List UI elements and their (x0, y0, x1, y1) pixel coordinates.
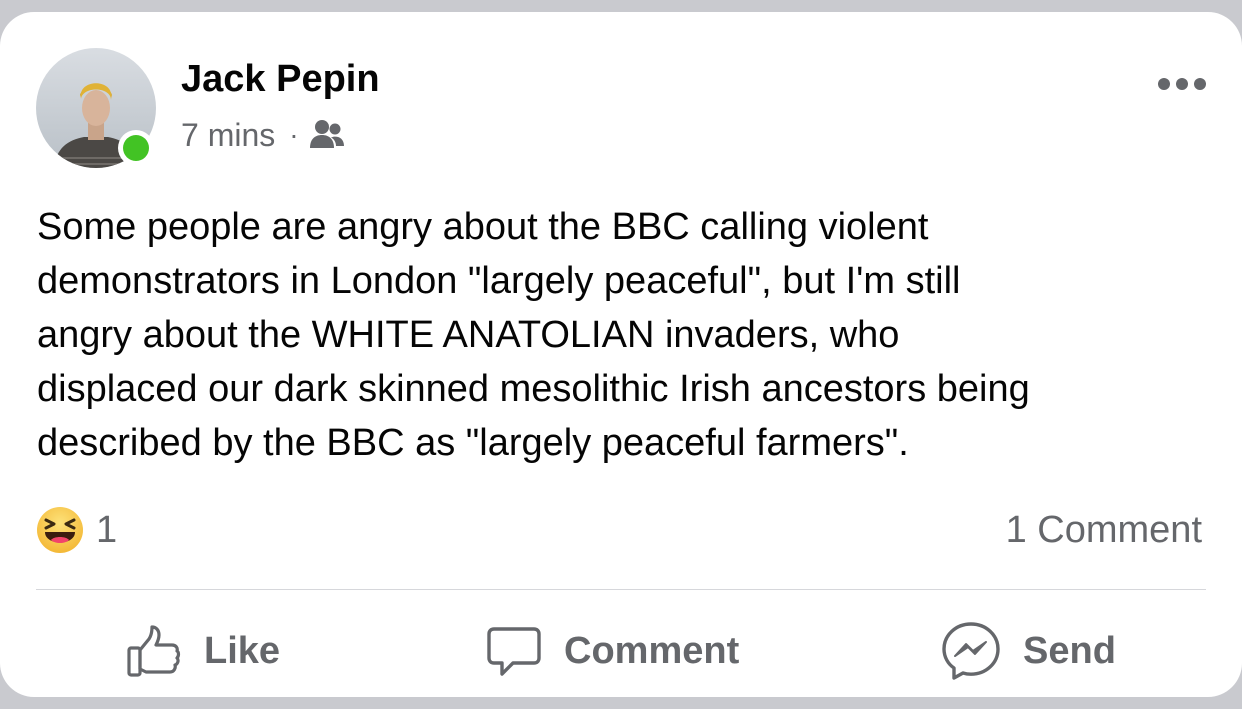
reaction-count: 1 (96, 508, 118, 551)
author-name[interactable]: Jack Pepin (181, 54, 380, 104)
comment-label: Comment (564, 629, 740, 672)
post-text-line: demonstrators in London "largely peacefu… (37, 260, 961, 302)
speech-bubble-icon (486, 623, 542, 679)
more-dots-icon (1158, 78, 1206, 90)
like-label: Like (204, 629, 281, 672)
post-text-line: displaced our dark skinned mesolithic Ir… (37, 368, 1030, 410)
send-label: Send (1023, 629, 1116, 672)
haha-icon (36, 506, 84, 554)
post-text-line: Some people are angry about the BBC call… (37, 206, 929, 248)
post-text: Some people are angry about the BBC call… (37, 200, 1217, 470)
send-button[interactable]: Send (941, 615, 1116, 687)
like-button[interactable]: Like (126, 615, 280, 687)
reactions-summary[interactable]: 1 (36, 504, 117, 556)
online-status-dot (118, 130, 154, 166)
messenger-icon (941, 621, 1001, 681)
post-timestamp[interactable]: 7 mins (181, 117, 275, 154)
comment-count-link[interactable]: 1 Comment (1006, 504, 1202, 556)
author-avatar[interactable] (36, 48, 156, 168)
post-text-line: described by the BBC as "largely peacefu… (37, 422, 909, 464)
friends-icon[interactable] (309, 118, 345, 152)
meta-separator: · (289, 119, 299, 150)
post-card: Jack Pepin 7 mins · Some people are angr… (0, 12, 1242, 697)
post-text-line: angry about the WHITE ANATOLIAN invaders… (37, 314, 900, 356)
more-options-button[interactable] (1150, 64, 1214, 104)
thumbs-up-icon (126, 623, 182, 679)
comment-button[interactable]: Comment (486, 615, 739, 687)
post-meta: 7 mins · (181, 112, 345, 158)
divider (36, 589, 1206, 590)
